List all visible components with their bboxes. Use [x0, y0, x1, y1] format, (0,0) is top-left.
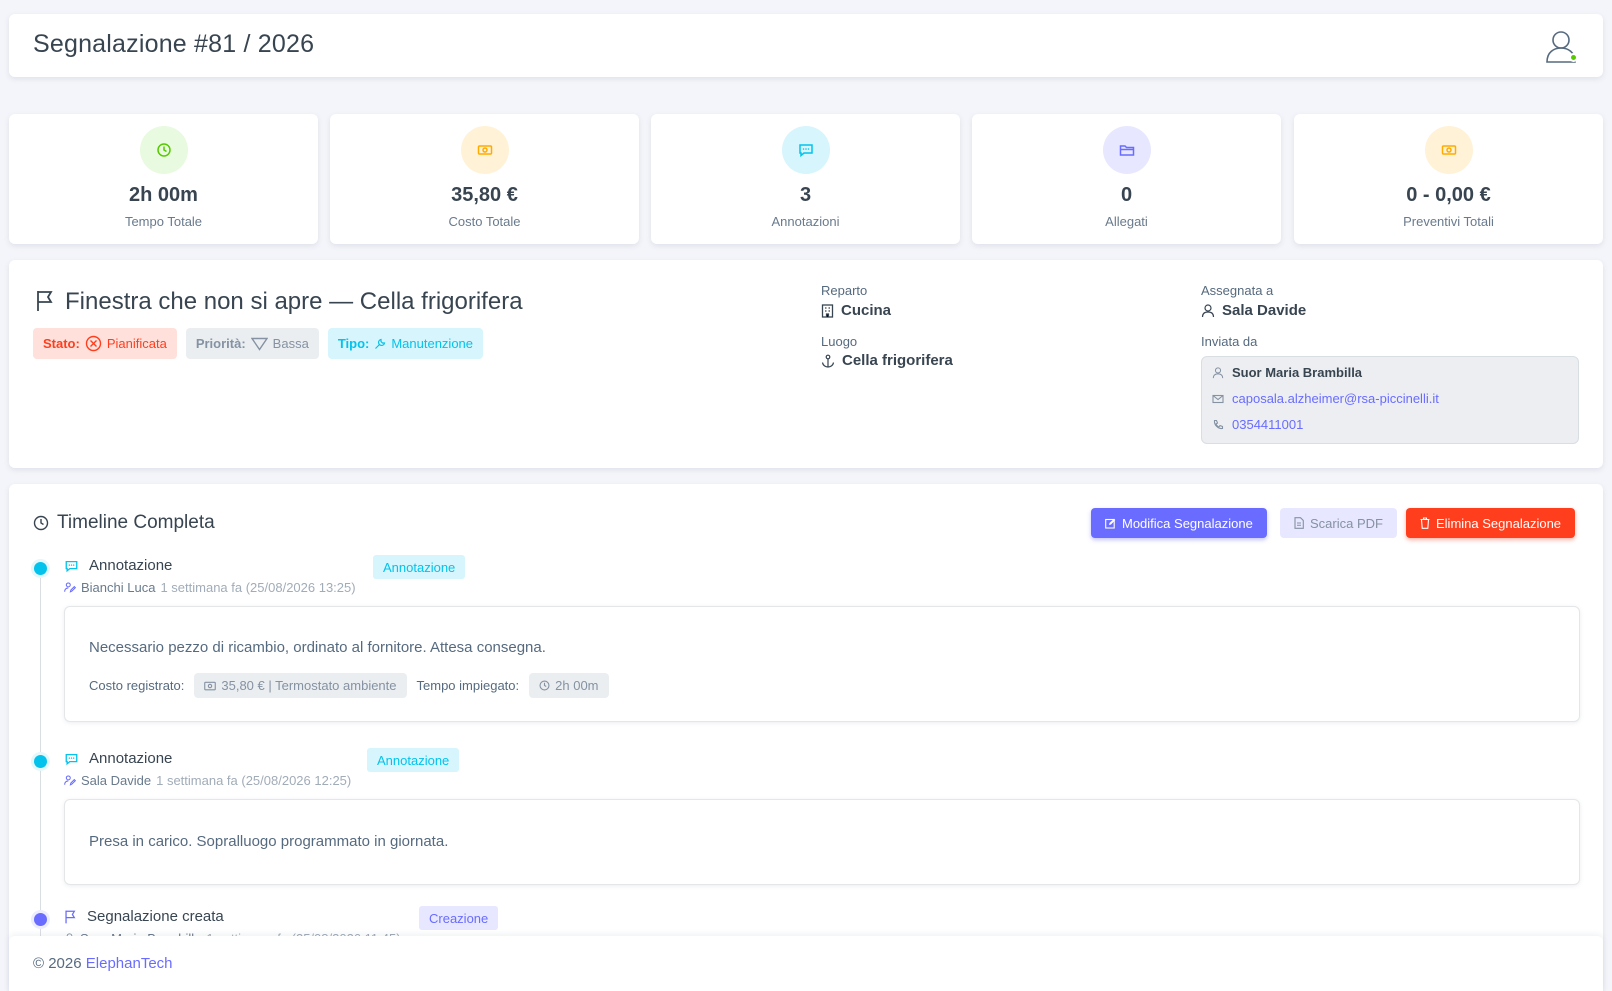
event-type-tag: Creazione — [419, 906, 499, 930]
priority-value: Bassa — [272, 336, 309, 351]
stat-label: Allegati — [1105, 214, 1148, 229]
stat-card-costo-totale: 35,80 € Costo Totale — [330, 114, 639, 244]
stat-label: Tempo Totale — [124, 214, 203, 229]
stat-card-preventivi-totali: 0 - 0,00 € Preventivi Totali — [1294, 114, 1603, 244]
report-detail-card: Finestra che non si apre — Cella frigori… — [9, 260, 1603, 468]
reparto-label: Reparto — [821, 283, 868, 298]
money-icon — [204, 681, 217, 691]
timeline-event-title: Segnalazione creata — [64, 908, 224, 925]
timeline-event-title: Annotazione — [64, 750, 172, 767]
online-status-dot — [1569, 53, 1578, 62]
stat-value: 3 — [799, 184, 812, 206]
edit-icon — [1105, 518, 1116, 529]
stat-value: 0 - 0,00 € — [1406, 184, 1491, 206]
money-icon — [460, 126, 509, 174]
luogo-label: Luogo — [821, 334, 858, 349]
anchor-icon — [821, 354, 835, 368]
user-edit-icon — [64, 582, 76, 593]
sender-email-row: caposala.alzheimer@rsa-piccinelli.it — [1212, 391, 1439, 406]
page-header: Segnalazione #81 / 2026 — [9, 14, 1603, 77]
building-icon — [821, 303, 834, 318]
cancel-circle-icon — [85, 335, 102, 352]
time-chip: 2h 00m — [529, 673, 609, 698]
event-text: Presa in carico. Sopralluogo programmato… — [89, 833, 449, 850]
sender-phone-row: 0354411001 — [1212, 417, 1303, 432]
reparto-value: Cucina — [821, 302, 891, 319]
report-title: Finestra che non si apre — Cella frigori… — [65, 288, 523, 315]
type-value: Manutenzione — [391, 336, 474, 351]
priority-badge: Priorità: Bassa — [185, 328, 319, 359]
timeline-title: Timeline Completa — [57, 512, 215, 533]
inviata-label: Inviata da — [1201, 334, 1258, 349]
chat-icon — [781, 126, 830, 174]
stat-value: 35,80 € — [451, 184, 518, 206]
stat-card-allegati: 0 Allegati — [972, 114, 1281, 244]
chat-icon — [64, 752, 79, 766]
money-icon — [1424, 126, 1473, 174]
chat-icon — [64, 559, 79, 573]
sender-info-box: Suor Maria Brambilla caposala.alzheimer@… — [1201, 356, 1579, 444]
clock-icon — [539, 680, 550, 691]
timeline-header: Timeline Completa — [33, 512, 215, 534]
timeline-card: Timeline Completa Modifica Segnalazione … — [9, 484, 1603, 991]
page-footer: © 2026 ElephanTech — [9, 936, 1603, 991]
user-avatar-icon[interactable] — [1541, 26, 1581, 66]
clock-icon — [139, 126, 188, 174]
timeline-dot — [34, 562, 47, 575]
user-icon — [1201, 303, 1215, 318]
event-text: Necessario pezzo di ricambio, ordinato a… — [89, 639, 546, 656]
priority-label: Priorità: — [195, 336, 246, 351]
timeline-event-title: Annotazione — [64, 557, 172, 574]
event-author-row: Bianchi Luca 1 settimana fa (25/08/2026 … — [64, 580, 356, 595]
status-label: Stato: — [43, 336, 80, 351]
luogo-value: Cella frigorifera — [821, 352, 953, 369]
assegnata-label: Assegnata a — [1201, 283, 1274, 298]
assegnata-value: Sala Davide — [1201, 302, 1306, 319]
event-content-box: Necessario pezzo di ricambio, ordinato a… — [64, 606, 1580, 722]
sender-name-row: Suor Maria Brambilla — [1212, 365, 1362, 380]
brand-link[interactable]: ElephanTech — [86, 955, 173, 972]
user-icon — [1212, 366, 1224, 379]
type-label: Tipo: — [337, 336, 370, 351]
timeline-dot — [34, 913, 47, 926]
event-cost-row: Costo registrato: 35,80 € | Termostato a… — [89, 673, 609, 698]
footer-text: © 2026 ElephanTech — [33, 955, 173, 972]
trash-icon — [1420, 517, 1430, 529]
stat-value: 2h 00m — [129, 184, 198, 206]
file-icon — [1294, 517, 1304, 529]
mail-icon — [1212, 393, 1224, 405]
clock-icon — [33, 515, 49, 531]
flag-icon — [64, 910, 77, 924]
timeline-dot — [34, 755, 47, 768]
stat-card-annotazioni: 3 Annotazioni — [651, 114, 960, 244]
event-content-box: Presa in carico. Sopralluogo programmato… — [64, 799, 1580, 885]
event-author-row: Sala Davide 1 settimana fa (25/08/2026 1… — [64, 773, 351, 788]
download-pdf-button[interactable]: Scarica PDF — [1280, 508, 1397, 538]
folder-icon — [1102, 126, 1151, 174]
edit-report-button[interactable]: Modifica Segnalazione — [1091, 508, 1267, 538]
event-type-tag: Annotazione — [373, 555, 466, 579]
cost-chip: 35,80 € | Termostato ambiente — [194, 673, 407, 698]
stat-label: Preventivi Totali — [1403, 214, 1494, 229]
stat-label: Costo Totale — [448, 214, 521, 229]
stat-label: Annotazioni — [771, 214, 840, 229]
stat-value: 0 — [1120, 184, 1133, 206]
stat-card-tempo-totale: 2h 00m Tempo Totale — [9, 114, 318, 244]
triangle-down-icon — [250, 337, 268, 351]
status-badge: Stato: Pianificata — [33, 328, 177, 359]
page-title: Segnalazione #81 / 2026 — [33, 30, 315, 58]
type-badge: Tipo: Manutenzione — [327, 328, 484, 359]
flag-icon — [35, 290, 55, 312]
event-type-tag: Annotazione — [367, 748, 460, 772]
delete-report-button[interactable]: Elimina Segnalazione — [1406, 508, 1576, 538]
user-edit-icon — [64, 775, 76, 786]
sender-email-link[interactable]: caposala.alzheimer@rsa-piccinelli.it — [1232, 391, 1439, 406]
sender-name: Suor Maria Brambilla — [1232, 365, 1363, 380]
phone-icon — [1212, 419, 1224, 431]
status-value: Pianificata — [106, 336, 167, 351]
tool-icon — [374, 338, 386, 350]
sender-phone-link[interactable]: 0354411001 — [1232, 417, 1303, 432]
